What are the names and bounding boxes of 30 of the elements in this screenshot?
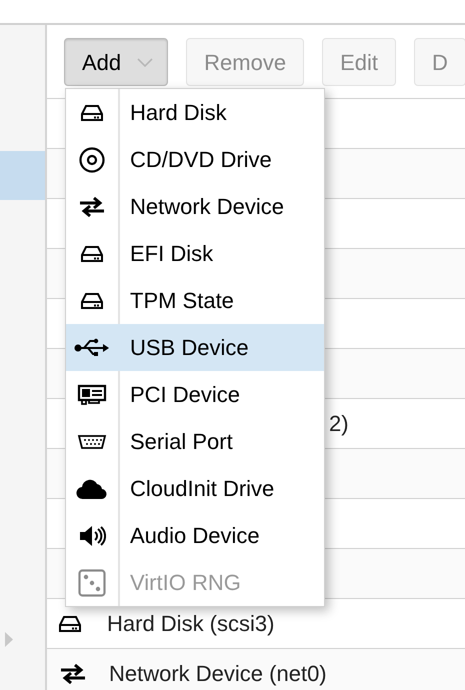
menu-item[interactable]: Hard Disk [66,89,324,136]
hard-disk-icon [81,104,103,122]
menu-item[interactable]: USB Device [66,324,324,371]
device-label: Network Device (net0) [109,662,327,684]
device-label: 2) [329,410,349,438]
menu-item[interactable]: EFI Disk [66,230,324,277]
device-label: Hard Disk (scsi3) [107,612,274,634]
cloud-icon [76,478,108,500]
expansion-card-icon [77,384,107,406]
two-arrows-icon [78,196,106,216]
expand-arrow-icon[interactable] [5,632,13,647]
two-arrows-icon [59,664,87,684]
menu-item[interactable]: CD/DVD Drive [66,136,324,183]
hard-disk-icon [81,244,103,262]
disc-icon [79,146,105,172]
hard-disk-icon [81,292,103,310]
menu-item[interactable]: PCI Device [66,371,324,418]
menu-item[interactable]: Audio Device [66,512,324,559]
serial-port-icon [77,434,107,450]
menu-item[interactable]: TPM State [66,277,324,324]
dice-icon [78,568,106,596]
menu-item[interactable]: Network Device [66,183,324,230]
selected-item-highlight[interactable] [0,151,45,200]
usb-icon [74,336,110,358]
menu-item[interactable]: Serial Port [66,418,324,465]
caret-icon [137,58,154,66]
hard-disk-icon [59,614,81,632]
menu-item[interactable]: CloudInit Drive [66,465,324,512]
add-menu-button[interactable]: Add [64,38,168,86]
speaker-icon [78,524,106,546]
